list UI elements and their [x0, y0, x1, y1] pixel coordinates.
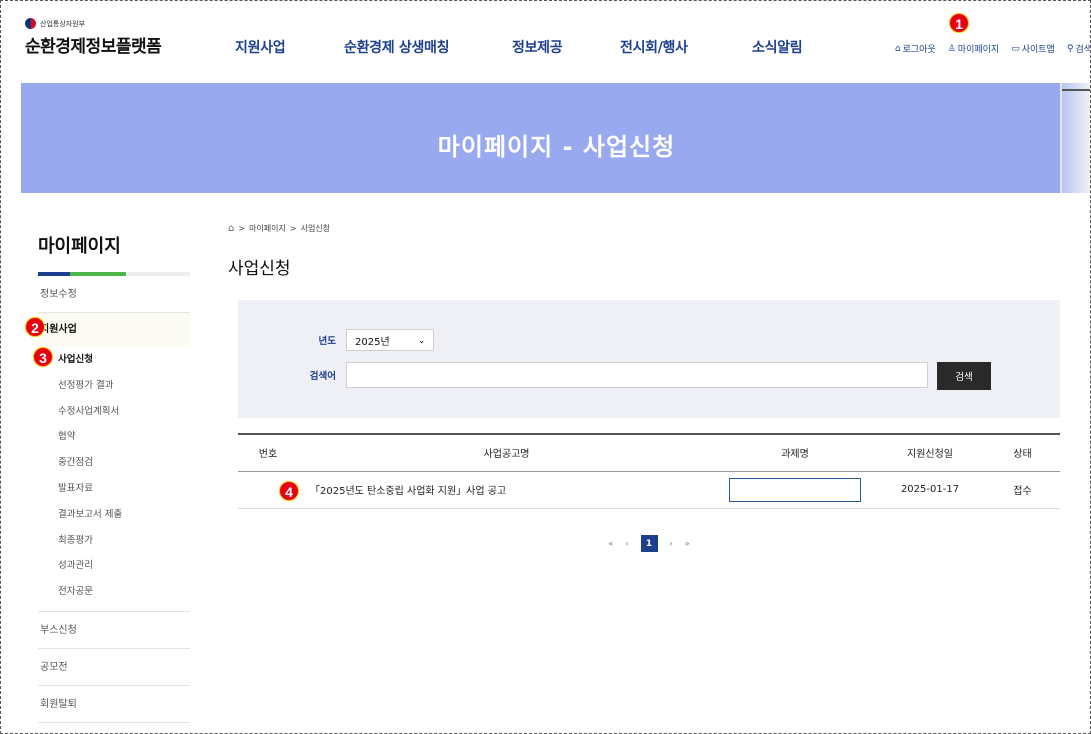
- logout-link[interactable]: ⌂ 로그아웃: [894, 42, 936, 56]
- banner-decoration: [1060, 83, 1090, 193]
- sidebar-item-booth[interactable]: 부스신청: [38, 612, 190, 649]
- sitemap-label: 사이트맵: [1021, 45, 1055, 55]
- sidebar-menu: 정보수정 지원사업 사업신청 선정평가 결과 수정사업계획서 협약 중간점검 발…: [38, 276, 190, 723]
- sitemap-link[interactable]: ▭ 사이트맵: [1011, 42, 1055, 56]
- sidebar-item-profile[interactable]: 정보수정: [38, 276, 190, 313]
- row-announcement-title[interactable]: 「2025년도 탄소중립 사업화 지원」사업 공고: [298, 471, 715, 509]
- nav-matching[interactable]: 순환경제 상생매칭: [344, 37, 450, 57]
- nav-events[interactable]: 전시회/행사: [620, 37, 688, 57]
- col-status: 상태: [985, 433, 1060, 472]
- page-frame: 산업통상자원부 순환경제정보플랫폼 지원사업 순환경제 상생매칭 정보제공 전시…: [0, 0, 1091, 734]
- sitemap-icon: ▭: [1011, 43, 1020, 54]
- sidebar-sub-performance[interactable]: 성과관리: [38, 553, 190, 579]
- banner-decoration-line: [1062, 89, 1090, 91]
- main-content: ⌂ > 마이페이지 > 사업신청 사업신청 년도 2025년 ⌄ 검색어 검색 번…: [228, 223, 1060, 552]
- nav-news[interactable]: 소식알림: [752, 37, 803, 57]
- year-select[interactable]: 2025년 ⌄: [346, 329, 434, 351]
- breadcrumb-separator: >: [238, 224, 246, 233]
- sidebar-sub-presentation[interactable]: 발표자료: [38, 476, 190, 502]
- sidebar-title-underline: [38, 272, 190, 276]
- site-logo[interactable]: 산업통상자원부 순환경제정보플랫폼: [25, 18, 162, 57]
- government-emblem-icon: [25, 18, 36, 29]
- user-icon: ♙: [947, 43, 956, 54]
- ministry-line: 산업통상자원부: [25, 18, 161, 29]
- step-marker-2: 2: [25, 317, 45, 337]
- sidebar-sub-final-eval[interactable]: 최종평가: [38, 528, 190, 554]
- breadcrumb-separator: >: [289, 224, 297, 233]
- application-table: 번호 사업공고명 과제명 지원신청일 상태 1 「2025년도 탄소중립 사업화…: [238, 433, 1060, 509]
- sidebar-submenu-wrap: 사업신청 선정평가 결과 수정사업계획서 협약 중간점검 발표자료 결과보고서 …: [38, 347, 190, 612]
- sidebar: 마이페이지 정보수정 지원사업 사업신청 선정평가 결과 수정사업계획서 협약 …: [38, 226, 190, 723]
- sidebar-item-contest[interactable]: 공모전: [38, 649, 190, 686]
- underline-blue: [38, 272, 70, 276]
- sidebar-sub-agreement[interactable]: 협약: [38, 424, 190, 450]
- page-title: 사업신청: [228, 259, 291, 279]
- step-marker-3: 3: [33, 347, 53, 367]
- row-apply-date: 2025-01-17: [875, 471, 985, 509]
- logout-label: 로그아웃: [902, 45, 936, 55]
- pager-last-button[interactable]: »: [685, 539, 690, 548]
- table-header-row: 번호 사업공고명 과제명 지원신청일 상태: [238, 433, 1060, 472]
- keyword-row: 검색어: [238, 362, 928, 388]
- table-row[interactable]: 1 「2025년도 탄소중립 사업화 지원」사업 공고 2025-01-17 접…: [238, 471, 1060, 509]
- pager-prev-button[interactable]: ‹: [625, 539, 628, 548]
- pagination: « ‹ 1 › »: [238, 535, 1060, 552]
- nav-info[interactable]: 정보제공: [512, 37, 563, 57]
- nav-support[interactable]: 지원사업: [235, 37, 286, 57]
- sidebar-item-withdraw[interactable]: 회원탈퇴: [38, 686, 190, 723]
- sidebar-item-support[interactable]: 지원사업: [38, 313, 190, 347]
- sidebar-sub-apply[interactable]: 사업신청: [38, 347, 190, 373]
- breadcrumb: ⌂ > 마이페이지 > 사업신청: [228, 223, 1060, 234]
- pager-next-button[interactable]: ›: [670, 539, 673, 548]
- keyword-input[interactable]: [346, 362, 928, 388]
- sidebar-sub-edocs[interactable]: 전자공문: [38, 579, 190, 605]
- chevron-down-icon: ⌄: [418, 335, 425, 345]
- sidebar-sub-final-report[interactable]: 결과보고서 제출: [38, 502, 190, 528]
- col-apply-date: 지원신청일: [875, 433, 985, 472]
- step-marker-1: 1: [949, 13, 969, 33]
- year-select-value: 2025년: [355, 336, 390, 348]
- breadcrumb-mypage[interactable]: 마이페이지: [249, 223, 286, 234]
- site-header: 산업통상자원부 순환경제정보플랫폼 지원사업 순환경제 상생매칭 정보제공 전시…: [1, 1, 1091, 83]
- step-marker-4: 4: [279, 481, 299, 501]
- utility-menu: ⌂ 로그아웃 ♙ 마이페이지 ▭ 사이트맵 ⚲ 검색: [894, 42, 1091, 56]
- row-task-name-cell: [715, 471, 875, 509]
- mypage-link[interactable]: ♙ 마이페이지: [947, 42, 1000, 56]
- sidebar-sub-midterm[interactable]: 중간점검: [38, 450, 190, 476]
- underline-green: [70, 272, 126, 276]
- page-banner: 마이페이지 - 사업신청: [21, 83, 1090, 193]
- pager-first-button[interactable]: «: [608, 539, 613, 548]
- ministry-name: 산업통상자원부: [40, 19, 86, 28]
- search-link[interactable]: ⚲ 검색: [1066, 42, 1091, 56]
- search-icon: ⚲: [1066, 43, 1074, 54]
- sidebar-sub-revised-plan[interactable]: 수정사업계획서: [38, 399, 190, 425]
- lock-icon: ⌂: [894, 43, 901, 54]
- search-button[interactable]: 검색: [937, 362, 991, 390]
- sidebar-title: 마이페이지: [38, 236, 121, 257]
- col-number: 번호: [238, 433, 298, 472]
- banner-title: 마이페이지 - 사업신청: [437, 133, 676, 161]
- year-row: 년도 2025년 ⌄: [238, 329, 434, 351]
- breadcrumb-current: 사업신청: [300, 224, 331, 233]
- row-status: 접수: [985, 471, 1060, 509]
- sidebar-sub-evaluation-result[interactable]: 선정평가 결과: [38, 373, 190, 399]
- search-label: 검색: [1075, 45, 1091, 55]
- keyword-label: 검색어: [309, 371, 336, 382]
- pager-current-page[interactable]: 1: [640, 535, 658, 552]
- col-announcement: 사업공고명: [298, 433, 715, 472]
- site-title: 순환경제정보플랫폼: [25, 37, 162, 57]
- search-panel: 년도 2025년 ⌄ 검색어 검색: [238, 300, 1060, 418]
- col-task-name: 과제명: [715, 433, 875, 472]
- mypage-label: 마이페이지: [957, 45, 1000, 55]
- sidebar-submenu: 사업신청 선정평가 결과 수정사업계획서 협약 중간점검 발표자료 결과보고서 …: [38, 347, 190, 612]
- year-label: 년도: [318, 336, 336, 347]
- home-icon[interactable]: ⌂: [228, 223, 234, 234]
- task-name-input[interactable]: [729, 477, 861, 502]
